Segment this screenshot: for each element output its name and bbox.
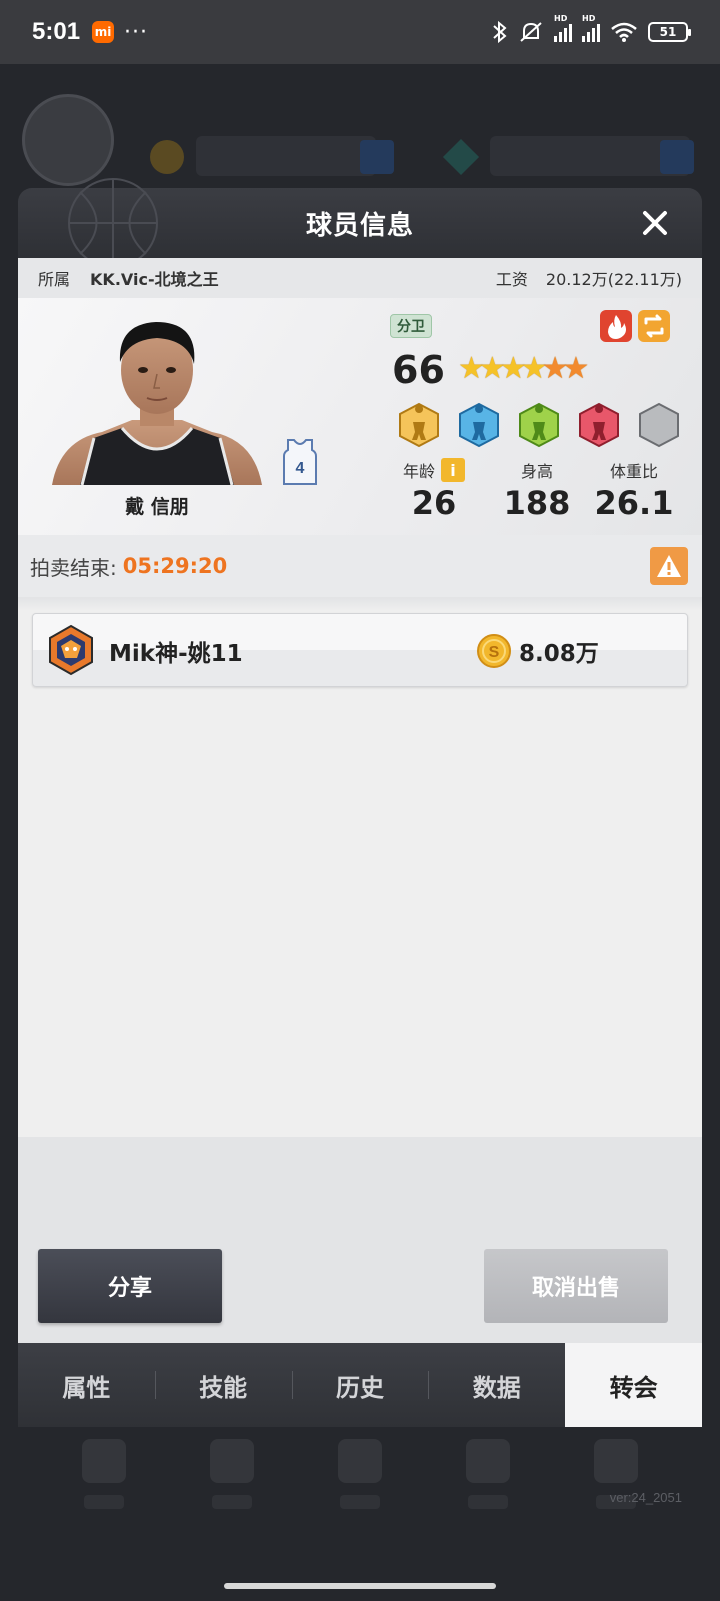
age-label: 年龄 [402,462,435,481]
team-value: KK.Vic-北境之王 [90,270,219,289]
cancel-sale-button[interactable]: 取消出售 [484,1249,668,1323]
basketball-watermark-icon [68,178,158,268]
height-value: 188 [503,484,571,522]
height-label: 身高 [520,462,553,481]
home-indicator[interactable] [224,1583,496,1589]
warning-icon[interactable] [650,547,688,585]
background-avatar [22,94,114,186]
auction-end-label: 拍卖结束: [30,555,117,580]
bid-amount: 8.08万 [519,641,599,667]
tab-history[interactable]: 历史 [291,1343,429,1427]
player-card: 戴 信朋 4 分卫 66 ★ ★ ★ ★ ★ ★ 年龄 i 26 身高 188 体重 [18,298,702,535]
tab-bar: 属性 技能 历史 数据 转会 [18,1343,702,1427]
close-icon[interactable] [636,204,674,242]
salary-value: 20.12万(22.11万) [545,270,682,289]
signal-1-icon: HD [554,14,572,42]
wifi-icon [611,22,637,42]
jersey-icon: 4 [283,439,317,485]
weight-ratio-stat: 体重比 26.1 [584,458,684,522]
tab-attributes[interactable]: 属性 [18,1343,155,1427]
background-currency-pill [196,136,376,176]
team-label: 所属 [38,270,71,289]
status-icons: HD HD 51 [492,14,691,44]
team-logo-icon [49,624,93,676]
auction-timer: 05:29:20 [122,554,228,578]
blue-skill-icon[interactable] [456,402,502,448]
player-info-modal: 球员信息 所属 KK.Vic-北境之王 工资 20.12万(22.11万) 戴 … [18,178,702,1454]
share-button[interactable]: 分享 [38,1249,222,1323]
skill-badges [396,402,682,448]
background-plus-icon [660,140,694,174]
player-name: 戴 信朋 [125,496,189,518]
signal-2-icon: HD [582,14,600,42]
background-gem-icon [442,138,480,176]
mute-bell-icon [520,22,542,42]
modal-title: 球员信息 [305,210,414,241]
orange-star-icon: ★ [562,351,590,386]
grey-skill-icon[interactable] [636,402,682,448]
coin-icon: S [477,634,511,668]
version-label: ver:24_2051 [609,1490,682,1505]
star-rating: ★ ★ ★ ★ ★ ★ [458,354,589,384]
tab-skills[interactable]: 技能 [154,1343,292,1427]
salary-label: 工资 [495,270,528,289]
mi-app-icon: mi [92,21,115,43]
player-portrait[interactable] [52,310,262,485]
player-rating: 66 [392,348,445,392]
weight-ratio-label: 体重比 [609,462,658,481]
auction-bar: 拍卖结束: 05:29:20 [18,535,702,597]
bid-row[interactable]: Mik神-姚11 S 8.08万 [32,613,688,687]
age-value: 26 [411,484,457,522]
weight-ratio-value: 26.1 [594,484,674,522]
red-skill-icon[interactable] [576,402,622,448]
status-time: 5:01 [32,18,81,45]
gold-skill-icon[interactable] [396,402,442,448]
team-salary-strip: 所属 KK.Vic-北境之王 工资 20.12万(22.11万) [18,258,702,298]
battery-icon: 51 [648,22,691,42]
modal-header: 球员信息 [18,178,702,268]
green-skill-icon[interactable] [516,402,562,448]
more-notifications-icon: ··· [124,19,149,45]
height-stat: 身高 188 [482,458,592,522]
action-area: 分享 取消出售 [18,1137,702,1343]
bidder-name: Mik神-姚11 [109,641,243,667]
svg-text:S: S [489,644,500,661]
background-plus-icon [360,140,394,174]
status-bar: 5:01 mi ··· HD HD 51 [0,0,720,64]
position-badge: 分卫 [390,314,432,338]
bluetooth-icon [493,20,507,44]
jersey-number: 4 [296,460,305,477]
tab-transfer[interactable]: 转会 [565,1343,702,1427]
bid-list: Mik神-姚11 S 8.08万 [18,597,702,1137]
tab-data[interactable]: 数据 [428,1343,565,1427]
age-info-icon[interactable]: i [441,458,465,482]
age-stat: 年龄 i 26 [396,458,472,522]
swap-icon[interactable] [638,310,670,342]
fire-icon[interactable] [600,310,632,342]
background-coin-icon [150,140,184,174]
